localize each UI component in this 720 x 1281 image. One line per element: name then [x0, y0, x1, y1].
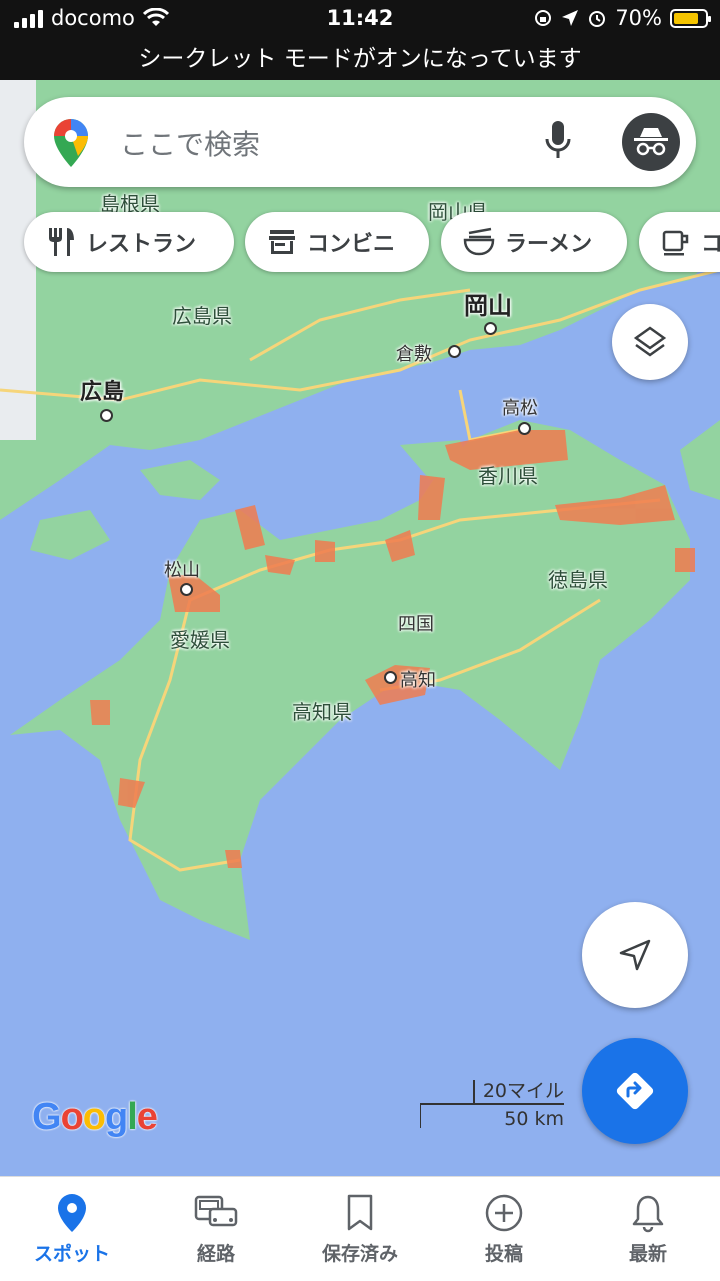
- battery-icon: [670, 8, 711, 28]
- battery-percent: 70%: [615, 6, 662, 30]
- map-scale: 20マイル 50 km: [420, 1076, 566, 1136]
- nav-explore[interactable]: スポット: [0, 1177, 144, 1281]
- chip-coffee[interactable]: コ: [639, 212, 720, 272]
- chip-restaurant[interactable]: レストラン: [24, 212, 234, 272]
- chip-label: ラーメン: [505, 232, 593, 257]
- bottom-navigation: スポット 経路 保存済み 投稿 最新: [0, 1176, 720, 1281]
- fork-knife-icon: [49, 228, 74, 256]
- nav-saved[interactable]: 保存済み: [288, 1177, 432, 1281]
- chip-label: コンビニ: [307, 232, 396, 257]
- search-bar[interactable]: ここで検索: [24, 97, 696, 187]
- nav-updates[interactable]: 最新: [576, 1177, 720, 1281]
- layers-icon: [633, 326, 667, 357]
- nav-label: スポット: [33, 1243, 110, 1265]
- scale-miles: 20マイル: [482, 1080, 564, 1102]
- label-kochi: 高知: [400, 670, 436, 691]
- google-logo: Google: [32, 1096, 158, 1138]
- nav-label: 経路: [196, 1243, 235, 1265]
- incognito-icon: [634, 128, 668, 156]
- nav-contribute[interactable]: 投稿: [432, 1177, 576, 1281]
- status-bar: docomo 11:42 70%: [0, 0, 720, 40]
- incognito-avatar-button[interactable]: [622, 113, 680, 171]
- label-shikoku: 四国: [398, 614, 434, 635]
- label-takamatsu: 高松: [502, 398, 538, 419]
- store-icon: [269, 230, 295, 254]
- city-dot-hiroshima: [100, 409, 113, 422]
- coffee-icon: [662, 230, 689, 256]
- nav-label: 最新: [628, 1243, 667, 1265]
- label-kagawa: 香川県: [478, 464, 538, 488]
- incognito-banner: シークレット モードがオンになっています: [0, 40, 720, 80]
- nav-label: 保存済み: [321, 1243, 398, 1265]
- layers-button[interactable]: [612, 304, 688, 380]
- nav-label: 投稿: [484, 1243, 523, 1265]
- city-dot-matsuyama: [180, 583, 193, 596]
- car-icon: [194, 1195, 238, 1227]
- directions-button[interactable]: [582, 1038, 688, 1144]
- chip-label: レストラン: [86, 232, 197, 257]
- directions-icon: [616, 1072, 654, 1110]
- navigation-arrow-icon: [619, 939, 651, 971]
- location-pin-icon: [58, 1194, 86, 1232]
- plus-circle-icon: [485, 1194, 523, 1232]
- alarm-icon: [589, 11, 606, 27]
- chip-convenience-store[interactable]: コンビニ: [245, 212, 429, 272]
- label-kurashiki: 倉敷: [396, 344, 432, 365]
- city-dot-takamatsu: [518, 422, 531, 435]
- label-tokushima: 徳島県: [548, 568, 608, 592]
- ramen-bowl-icon: [463, 227, 495, 256]
- label-hiroshima: 広島: [80, 380, 125, 405]
- location-arrow-icon: [562, 10, 579, 26]
- label-ehime: 愛媛県: [170, 628, 230, 652]
- label-hiroshima-pref: 広島県: [172, 304, 232, 328]
- search-input[interactable]: ここで検索: [120, 123, 260, 163]
- rotation-lock-icon: [535, 10, 552, 26]
- label-kochi-pref: 高知県: [292, 700, 352, 724]
- scale-km: 50 km: [504, 1108, 564, 1130]
- city-dot-kurashiki: [448, 345, 461, 358]
- city-dot-kochi: [384, 671, 397, 684]
- label-matsuyama: 松山: [164, 560, 200, 581]
- microphone-icon[interactable]: [542, 119, 574, 163]
- bookmark-icon: [347, 1194, 373, 1231]
- nav-go[interactable]: 経路: [144, 1177, 288, 1281]
- chip-ramen[interactable]: ラーメン: [441, 212, 627, 272]
- chip-label: コ: [701, 232, 720, 257]
- bell-icon: [632, 1195, 664, 1233]
- label-okayama: 岡山: [464, 292, 512, 320]
- city-dot-okayama: [484, 322, 497, 335]
- google-maps-pin-icon: [54, 119, 88, 167]
- my-location-button[interactable]: [582, 902, 688, 1008]
